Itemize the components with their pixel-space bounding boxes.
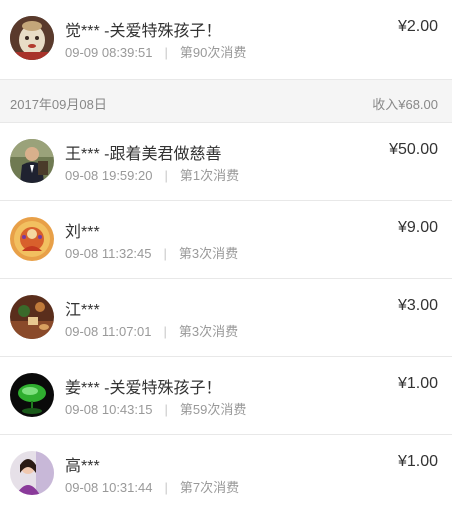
- donor-name: 江***: [65, 302, 100, 319]
- donor-name: 觉*** -关爱特殊孩子！: [65, 23, 222, 40]
- transaction-count: 第90次消费: [179, 45, 247, 60]
- transaction-meta: 09-08 10:43:15 | 第59次消费: [65, 399, 246, 418]
- donor-name: 刘***: [65, 224, 100, 241]
- meta-separator: |: [164, 168, 168, 183]
- list-item[interactable]: 觉*** -关爱特殊孩子！ 09-09 08:39:51 | 第90次消费 ¥2.0…: [0, 0, 452, 79]
- tea-scene-avatar: [10, 295, 54, 339]
- man-in-suit-avatar: [10, 139, 54, 183]
- meta-separator: |: [164, 45, 168, 60]
- transaction-count: 第3次消费: [178, 246, 239, 261]
- transaction-meta: 09-08 11:32:45 | 第3次消费: [65, 243, 238, 262]
- green-leaf-avatar: [10, 373, 54, 417]
- donor-name: 高***: [65, 458, 100, 475]
- meta-separator: |: [164, 402, 168, 417]
- transaction-amount: ¥50.00: [389, 141, 438, 158]
- transaction-meta: 09-08 10:31:44 | 第7次消费: [65, 477, 239, 496]
- transaction-amount: ¥1.00: [397, 453, 438, 470]
- list-item[interactable]: 高*** 09-08 10:31:44 | 第7次消费 ¥1.00: [0, 435, 452, 513]
- transaction-meta: 09-08 19:59:20 | 第1次消费: [65, 165, 239, 184]
- transaction-meta: 09-08 11:07:01 | 第3次消费: [65, 321, 238, 340]
- donor-name: 姜*** -关爱特殊孩子！: [65, 380, 222, 397]
- transaction-meta: 09-09 08:39:51 | 第90次消费: [65, 42, 246, 61]
- transaction-time: 09-08 19:59:20: [65, 168, 153, 183]
- date-group-header: 2017年09月08日 收入¥68.00: [0, 79, 452, 123]
- transaction-time: 09-08 11:32:45: [65, 246, 152, 261]
- transaction-amount: ¥1.00: [397, 375, 438, 392]
- meta-separator: |: [163, 246, 167, 261]
- woman-photo-avatar: [10, 451, 54, 495]
- transaction-amount: ¥2.00: [397, 18, 438, 35]
- list-item[interactable]: 江*** 09-08 11:07:01 | 第3次消费 ¥3.00: [0, 279, 452, 357]
- transaction-list: 觉*** -关爱特殊孩子！ 09-09 08:39:51 | 第90次消费 ¥2.0…: [0, 0, 452, 513]
- list-item[interactable]: 王*** -跟着美君做慈善 09-08 19:59:20 | 第1次消费 ¥50.0…: [0, 123, 452, 201]
- transaction-time: 09-08 11:07:01: [65, 324, 152, 339]
- list-item[interactable]: 刘*** 09-08 11:32:45 | 第3次消费 ¥9.00: [0, 201, 452, 279]
- meta-separator: |: [164, 480, 168, 495]
- transaction-count: 第59次消费: [179, 402, 247, 417]
- list-item[interactable]: 姜*** -关爱特殊孩子！ 09-08 10:43:15 | 第59次消费 ¥1.0…: [0, 357, 452, 435]
- group-date: 2017年09月08日: [10, 97, 107, 112]
- transaction-time: 09-09 08:39:51: [65, 45, 153, 60]
- group-income: 收入¥68.00: [372, 97, 438, 112]
- transaction-amount: ¥9.00: [397, 219, 438, 236]
- deity-painting-avatar: [10, 217, 54, 261]
- transaction-time: 09-08 10:43:15: [65, 402, 153, 417]
- meta-separator: |: [163, 324, 167, 339]
- transaction-time: 09-08 10:31:44: [65, 480, 153, 495]
- buddha-mask-avatar: [10, 16, 54, 60]
- donor-name: 王*** -跟着美君做慈善: [65, 146, 222, 163]
- transaction-count: 第3次消费: [178, 324, 239, 339]
- transaction-count: 第7次消费: [179, 480, 240, 495]
- transaction-amount: ¥3.00: [397, 297, 438, 314]
- transaction-count: 第1次消费: [179, 168, 240, 183]
